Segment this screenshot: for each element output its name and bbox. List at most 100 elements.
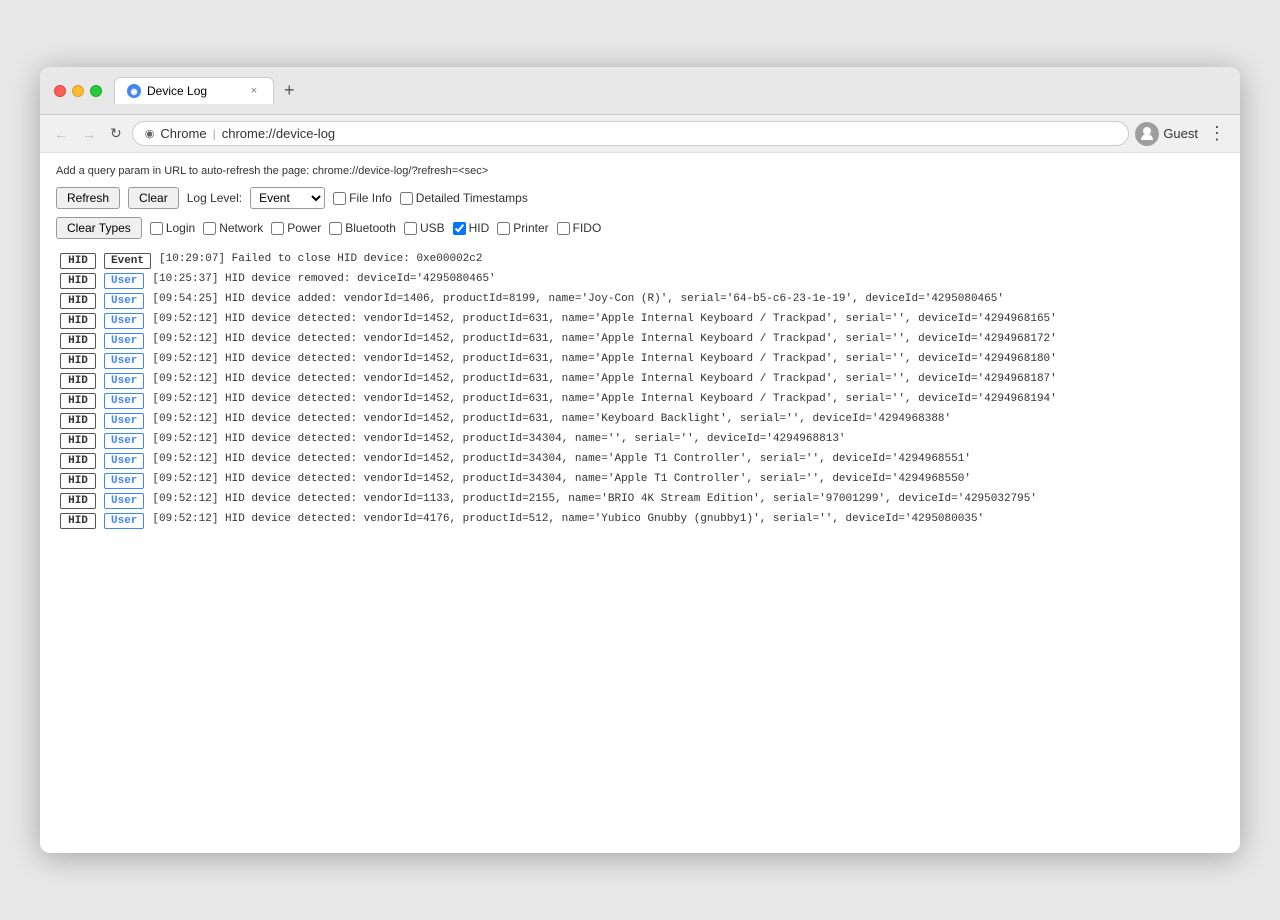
type-power-label[interactable]: Power [271, 221, 321, 235]
minimize-button[interactable] [72, 85, 84, 97]
traffic-lights [54, 85, 102, 97]
log-category-badge: HID [60, 513, 96, 529]
log-row: HIDUser[09:52:12] HID device detected: v… [56, 371, 1224, 391]
type-login-checkbox[interactable] [150, 222, 163, 235]
log-message: [09:52:12] HID device detected: vendorId… [152, 353, 1220, 365]
info-text: Add a query param in URL to auto-refresh… [56, 165, 488, 177]
log-message: [09:52:12] HID device detected: vendorId… [152, 313, 1220, 325]
log-message: [10:25:37] HID device removed: deviceId=… [152, 273, 1220, 285]
clear-button[interactable]: Clear [128, 187, 179, 209]
file-info-checkbox[interactable] [333, 192, 346, 205]
log-message: [09:54:25] HID device added: vendorId=14… [152, 293, 1220, 305]
type-hid-label[interactable]: HID [453, 221, 490, 235]
log-level-badge: User [104, 413, 144, 429]
log-message: [10:29:07] Failed to close HID device: 0… [159, 253, 1220, 265]
log-category-badge: HID [60, 273, 96, 289]
type-network-label[interactable]: Network [203, 221, 263, 235]
log-row: HID User [09:54:25] HID device added: vend… [56, 291, 1224, 311]
type-network-checkbox[interactable] [203, 222, 216, 235]
tab-close-button[interactable]: × [247, 85, 261, 97]
log-level-select[interactable]: Verbose Info Event Warning Error [250, 187, 325, 209]
detailed-timestamps-checkbox[interactable] [400, 192, 413, 205]
type-printer-label[interactable]: Printer [497, 221, 548, 235]
tab-favicon: ◉ [127, 84, 141, 98]
log-level-badge: User [104, 473, 144, 489]
guest-button[interactable]: Guest [1135, 122, 1198, 146]
type-network-text: Network [219, 221, 263, 235]
nav-bar: ← → ↻ ◉ Chrome | chrome://device-log Gue… [40, 115, 1240, 153]
url-protocol: Chrome [160, 126, 206, 141]
reload-button[interactable]: ↻ [106, 123, 126, 144]
log-row: HID User [09:52:12] HID device detected: v… [56, 351, 1224, 371]
type-fido-text: FIDO [573, 221, 602, 235]
log-row: HIDEvent[10:29:07] Failed to close HID d… [56, 251, 1224, 271]
type-power-text: Power [287, 221, 321, 235]
refresh-button[interactable]: Refresh [56, 187, 120, 209]
log-level-label: Log Level: [187, 191, 242, 205]
active-tab[interactable]: ◉ Device Log × [114, 77, 274, 104]
log-message: [09:52:12] HID device detected: vendorId… [152, 453, 1220, 465]
file-info-checkbox-label[interactable]: File Info [333, 191, 392, 205]
type-usb-label[interactable]: USB [404, 221, 445, 235]
log-message: [09:52:12] HID device detected: vendorId… [152, 473, 1220, 485]
log-level-badge: User [104, 493, 144, 509]
log-row: HIDUser[09:52:12] HID device detected: v… [56, 411, 1224, 431]
log-level-badge: User [104, 293, 144, 309]
log-message: [09:52:12] HID device detected: vendorId… [152, 413, 1220, 425]
log-category-badge: HID [60, 293, 96, 309]
tab-title: Device Log [147, 84, 207, 98]
log-level-badge: User [104, 373, 144, 389]
log-message: [09:52:12] HID device detected: vendorId… [152, 393, 1220, 405]
log-row: HIDUser[09:52:12] HID device detected: v… [56, 311, 1224, 331]
type-printer-checkbox[interactable] [497, 222, 510, 235]
log-level-badge: User [104, 433, 144, 449]
log-level-badge: User [104, 513, 144, 529]
close-button[interactable] [54, 85, 66, 97]
type-bluetooth-label[interactable]: Bluetooth [329, 221, 396, 235]
controls-row: Refresh Clear Log Level: Verbose Info Ev… [56, 187, 1224, 209]
type-hid-checkbox[interactable] [453, 222, 466, 235]
log-category-badge: HID [60, 493, 96, 509]
url-separator: | [213, 127, 216, 141]
browser-window: ◉ Device Log × + ← → ↻ ◉ Chrome | chrome… [40, 67, 1240, 853]
detailed-timestamps-checkbox-label[interactable]: Detailed Timestamps [400, 191, 528, 205]
log-category-badge: HID [60, 313, 96, 329]
log-level-badge: User [104, 333, 144, 349]
type-printer-text: Printer [513, 221, 548, 235]
log-row: HID User [09:52:12] HID device detected: v… [56, 431, 1224, 451]
log-level-badge: User [104, 453, 144, 469]
type-fido-label[interactable]: FIDO [557, 221, 602, 235]
log-category-badge: HID [60, 353, 96, 369]
log-category-badge: HID [60, 433, 96, 449]
type-fido-checkbox[interactable] [557, 222, 570, 235]
info-bar: Add a query param in URL to auto-refresh… [56, 165, 1224, 177]
type-hid-text: HID [469, 221, 490, 235]
page-content: Add a query param in URL to auto-refresh… [40, 153, 1240, 853]
log-category-badge: HID [60, 453, 96, 469]
title-bar: ◉ Device Log × + [40, 67, 1240, 115]
browser-menu-button[interactable]: ⋮ [1204, 121, 1230, 146]
chrome-icon: ◉ [145, 127, 155, 140]
new-tab-button[interactable]: + [278, 78, 301, 103]
log-level-badge: User [104, 273, 144, 289]
type-bluetooth-text: Bluetooth [345, 221, 396, 235]
log-category-badge: HID [60, 253, 96, 269]
clear-types-button[interactable]: Clear Types [56, 217, 142, 239]
types-row: Clear Types Login Network Power Bluetoot… [56, 217, 1224, 239]
type-bluetooth-checkbox[interactable] [329, 222, 342, 235]
log-category-badge: HID [60, 333, 96, 349]
forward-button[interactable]: → [78, 124, 100, 144]
log-message: [09:52:12] HID device detected: vendorId… [152, 333, 1220, 345]
log-message: [09:52:12] HID device detected: vendorId… [152, 433, 1220, 445]
address-bar[interactable]: ◉ Chrome | chrome://device-log [132, 121, 1130, 146]
log-category-badge: HID [60, 473, 96, 489]
log-level-badge: User [104, 353, 144, 369]
type-power-checkbox[interactable] [271, 222, 284, 235]
back-button[interactable]: ← [50, 124, 72, 144]
log-row: HID User [10:25:37] HID device removed: de… [56, 271, 1224, 291]
maximize-button[interactable] [90, 85, 102, 97]
file-info-label: File Info [349, 191, 392, 205]
detailed-timestamps-label: Detailed Timestamps [416, 191, 528, 205]
type-login-label[interactable]: Login [150, 221, 195, 235]
type-usb-checkbox[interactable] [404, 222, 417, 235]
